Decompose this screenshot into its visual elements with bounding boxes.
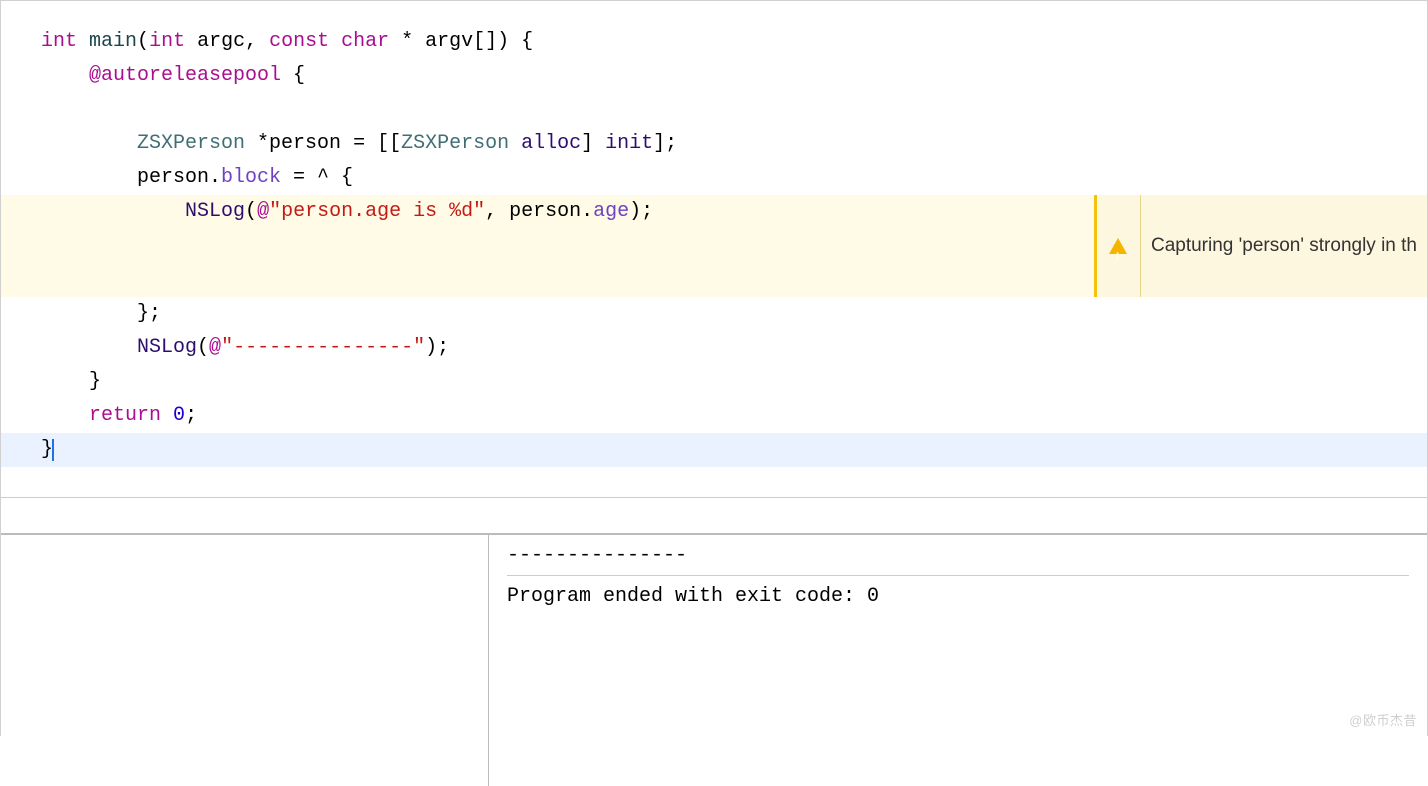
code-line: ZSXPerson *person = [[ZSXPerson alloc] i…: [1, 127, 1427, 161]
warning-icon: [1097, 195, 1141, 297]
console-separator: [507, 575, 1409, 576]
text-cursor: [52, 439, 54, 461]
kw-autoreleasepool: @autoreleasepool: [89, 64, 281, 87]
warning-text: Capturing 'person' strongly in th: [1141, 229, 1427, 263]
code-line: int main(int argc, const char * argv[]) …: [1, 25, 1427, 59]
console-line: Program ended with exit code: 0: [507, 580, 1409, 614]
code-line: @autoreleasepool {: [1, 59, 1427, 93]
code-line: NSLog(@"---------------");: [1, 331, 1427, 365]
code-line: return 0;: [1, 399, 1427, 433]
type-zsxperson: ZSXPerson: [137, 132, 245, 155]
code-editor[interactable]: int main(int argc, const char * argv[]) …: [1, 1, 1427, 498]
code-line-warning: NSLog(@"person.age is %d", person.age); …: [1, 195, 1427, 297]
code-line: }: [1, 365, 1427, 399]
warning-badge[interactable]: Capturing 'person' strongly in th: [1094, 195, 1427, 297]
code-line: person.block = ^ {: [1, 161, 1427, 195]
call-nslog: NSLog: [185, 200, 245, 223]
watermark: @欧币杰昔: [1349, 710, 1417, 729]
code-line-cursor: }: [1, 433, 1427, 467]
func-main: main: [89, 30, 137, 53]
debug-area: --------------- Program ended with exit …: [1, 534, 1427, 786]
variables-view[interactable]: [1, 535, 489, 786]
divider-strip: [1, 498, 1427, 534]
kw-int: int: [41, 30, 77, 53]
call-nslog: NSLog: [137, 336, 197, 359]
code-line: };: [1, 297, 1427, 331]
console-line: ---------------: [507, 539, 1409, 573]
code-line: [1, 93, 1427, 127]
console-output[interactable]: --------------- Program ended with exit …: [489, 535, 1427, 786]
